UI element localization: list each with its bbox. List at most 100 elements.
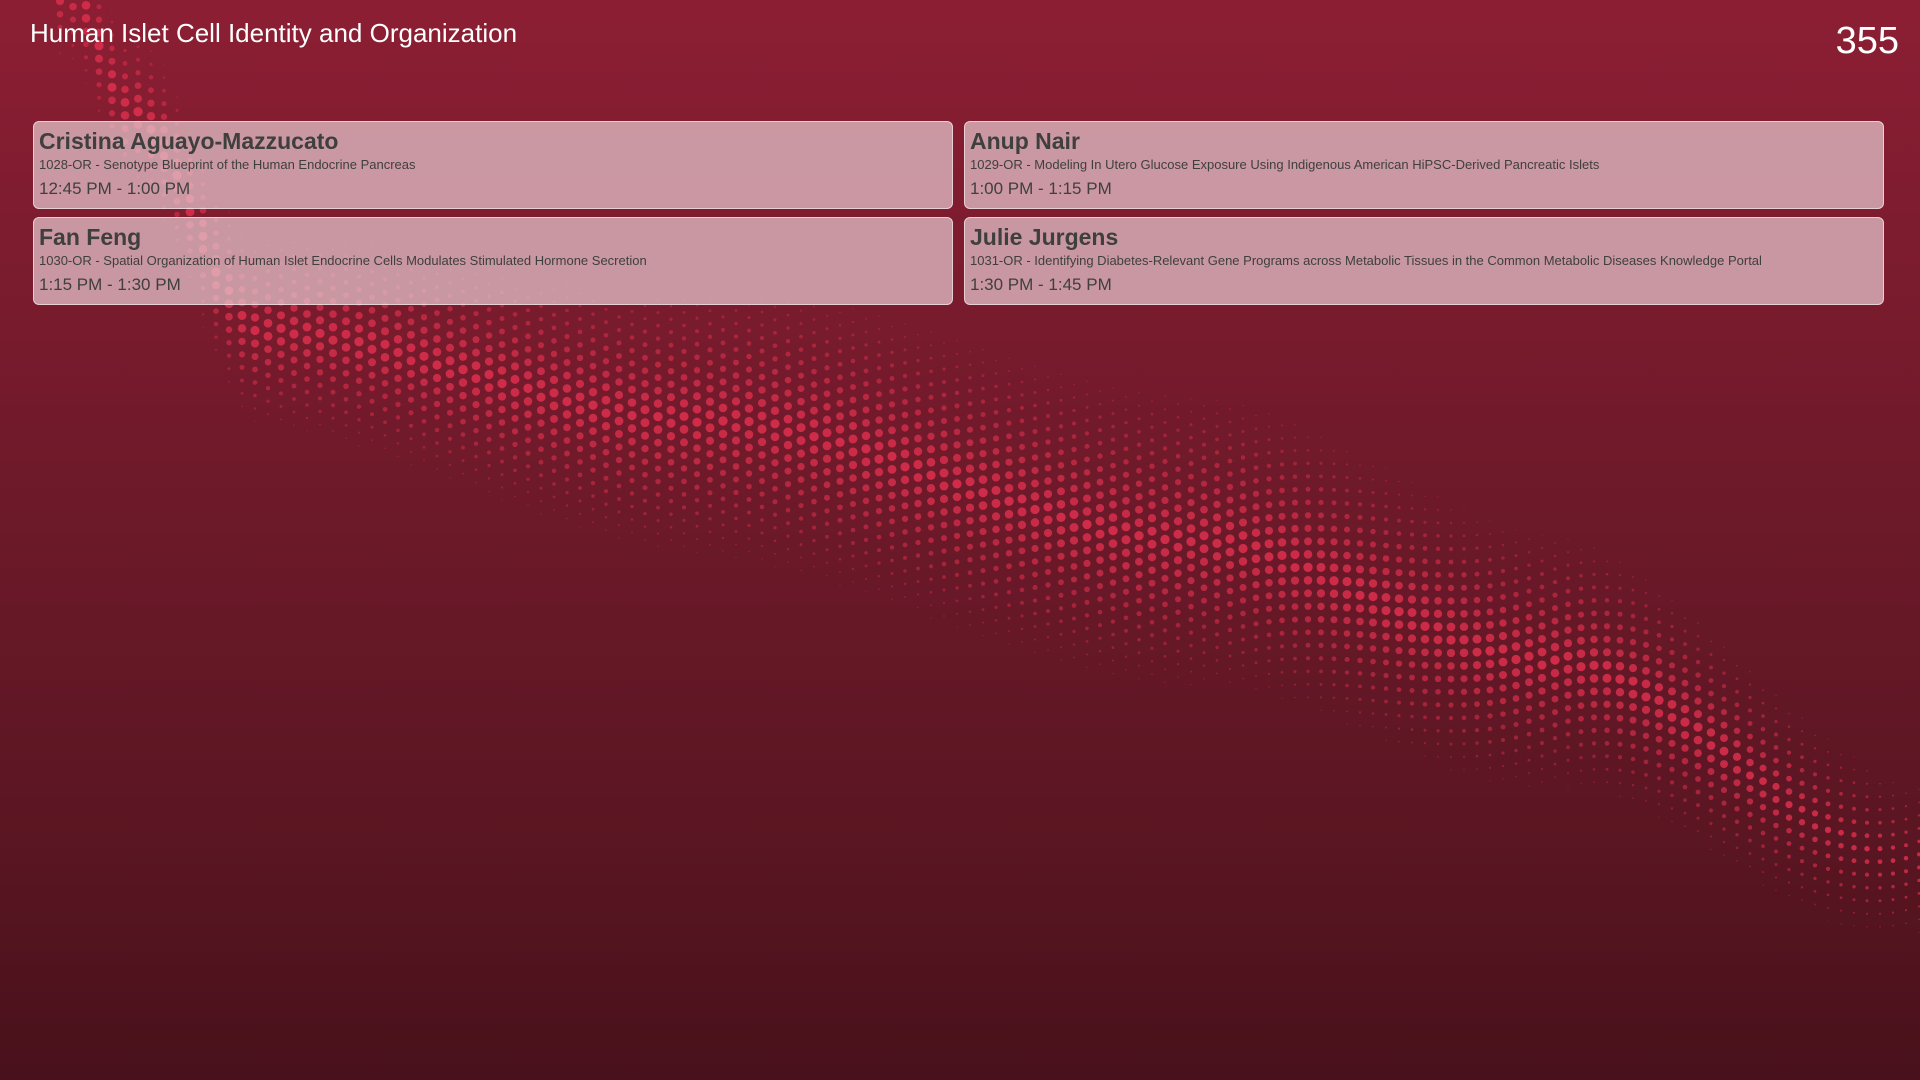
halftone-dot (1332, 462, 1336, 466)
halftone-dot (706, 385, 714, 393)
halftone-dot (1279, 487, 1285, 494)
halftone-dot (577, 472, 583, 478)
halftone-dot (1176, 428, 1180, 432)
halftone-dot (1345, 683, 1349, 688)
halftone-dot (943, 342, 945, 344)
halftone-dot (1239, 597, 1247, 604)
halftone-dot (942, 380, 946, 384)
halftone-dot (1134, 518, 1144, 528)
halftone-dot (1084, 431, 1090, 436)
halftone-dot (1759, 803, 1767, 811)
halftone-dot (642, 485, 648, 491)
halftone-dot (811, 525, 817, 530)
halftone-dot (551, 338, 557, 344)
halftone-dot (1226, 496, 1234, 504)
halftone-dot (1526, 731, 1532, 737)
halftone-dot (1122, 588, 1130, 595)
halftone-dot (616, 340, 622, 346)
halftone-dot (1382, 567, 1390, 576)
halftone-dot (1904, 830, 1908, 834)
halftone-dot (1215, 412, 1219, 415)
halftone-dot (123, 48, 127, 53)
halftone-dot (1774, 876, 1778, 879)
halftone-dot (1656, 749, 1662, 756)
halftone-dot (1394, 594, 1404, 603)
halftone-dot (1071, 446, 1077, 453)
halftone-dot (461, 472, 465, 475)
halftone-dot (1084, 443, 1090, 449)
halftone-dot (305, 403, 309, 407)
halftone-dot (1199, 557, 1209, 566)
halftone-dot (1709, 665, 1713, 670)
halftone-dot (577, 459, 583, 465)
halftone-dot (1539, 740, 1545, 746)
halftone-dot (1514, 541, 1518, 544)
halftone-dot (1162, 446, 1168, 451)
halftone-dot (1033, 638, 1037, 641)
halftone-dot (1462, 546, 1466, 551)
halftone-dot (1331, 512, 1337, 519)
halftone-dot (1774, 732, 1778, 737)
halftone-dot (1447, 662, 1455, 670)
halftone-dot (758, 464, 766, 472)
halftone-dot (291, 370, 297, 376)
halftone-dot (1111, 632, 1115, 637)
halftone-dot (1291, 616, 1299, 623)
halftone-dot (1473, 596, 1481, 604)
halftone-dot (1473, 687, 1481, 695)
halftone-dot (1384, 492, 1388, 495)
halftone-dot (734, 543, 738, 546)
halftone-dot (1461, 559, 1467, 565)
halftone-dot (614, 403, 624, 413)
halftone-dot (578, 316, 582, 321)
halftone-dot (929, 369, 933, 374)
halftone-dot (1798, 805, 1806, 813)
halftone-dot (1617, 728, 1623, 735)
halftone-dot (1448, 715, 1454, 721)
halftone-dot (562, 396, 572, 407)
halftone-dot (1800, 885, 1804, 889)
halftone-dot (575, 379, 585, 388)
halftone-dot (1097, 596, 1103, 602)
halftone-dot (1306, 669, 1310, 673)
halftone-dot (358, 445, 360, 447)
halftone-dot (772, 499, 778, 505)
halftone-dot (1564, 613, 1572, 621)
halftone-dot (1527, 550, 1531, 554)
halftone-dot (941, 535, 947, 541)
halftone-dot (770, 419, 780, 429)
halftone-dot (550, 363, 558, 371)
halftone-dot (1123, 602, 1129, 608)
halftone-dot (1786, 763, 1792, 769)
halftone-dot (1475, 533, 1479, 537)
halftone-dot (1553, 762, 1557, 766)
halftone-dot (887, 465, 897, 474)
halftone-dot (993, 410, 999, 415)
halftone-dot (1200, 505, 1208, 514)
halftone-dot (1175, 453, 1181, 459)
halftone-dot (1316, 589, 1326, 598)
halftone-dot (537, 432, 545, 440)
halftone-dot (1813, 759, 1817, 764)
halftone-dot (836, 491, 844, 498)
halftone-dot (315, 342, 325, 351)
halftone-dot (641, 380, 649, 388)
halftone-dot (305, 416, 309, 420)
halftone-dot (1603, 714, 1611, 721)
halftone-dot (289, 329, 299, 339)
halftone-dot (228, 380, 230, 383)
halftone-dot (341, 342, 351, 352)
halftone-dot (602, 370, 610, 378)
halftone-dot (1060, 659, 1062, 662)
halftone-dot (1059, 619, 1063, 624)
halftone-dot (1773, 836, 1779, 841)
halftone-dot (747, 537, 751, 540)
halftone-dot (1642, 732, 1650, 740)
halftone-dot (1723, 854, 1725, 856)
halftone-dot (1396, 673, 1402, 680)
halftone-dot (472, 414, 480, 421)
halftone-dot (421, 418, 427, 424)
halftone-dot (1294, 423, 1296, 426)
halftone-dot (903, 569, 907, 573)
halftone-dot (705, 410, 715, 420)
